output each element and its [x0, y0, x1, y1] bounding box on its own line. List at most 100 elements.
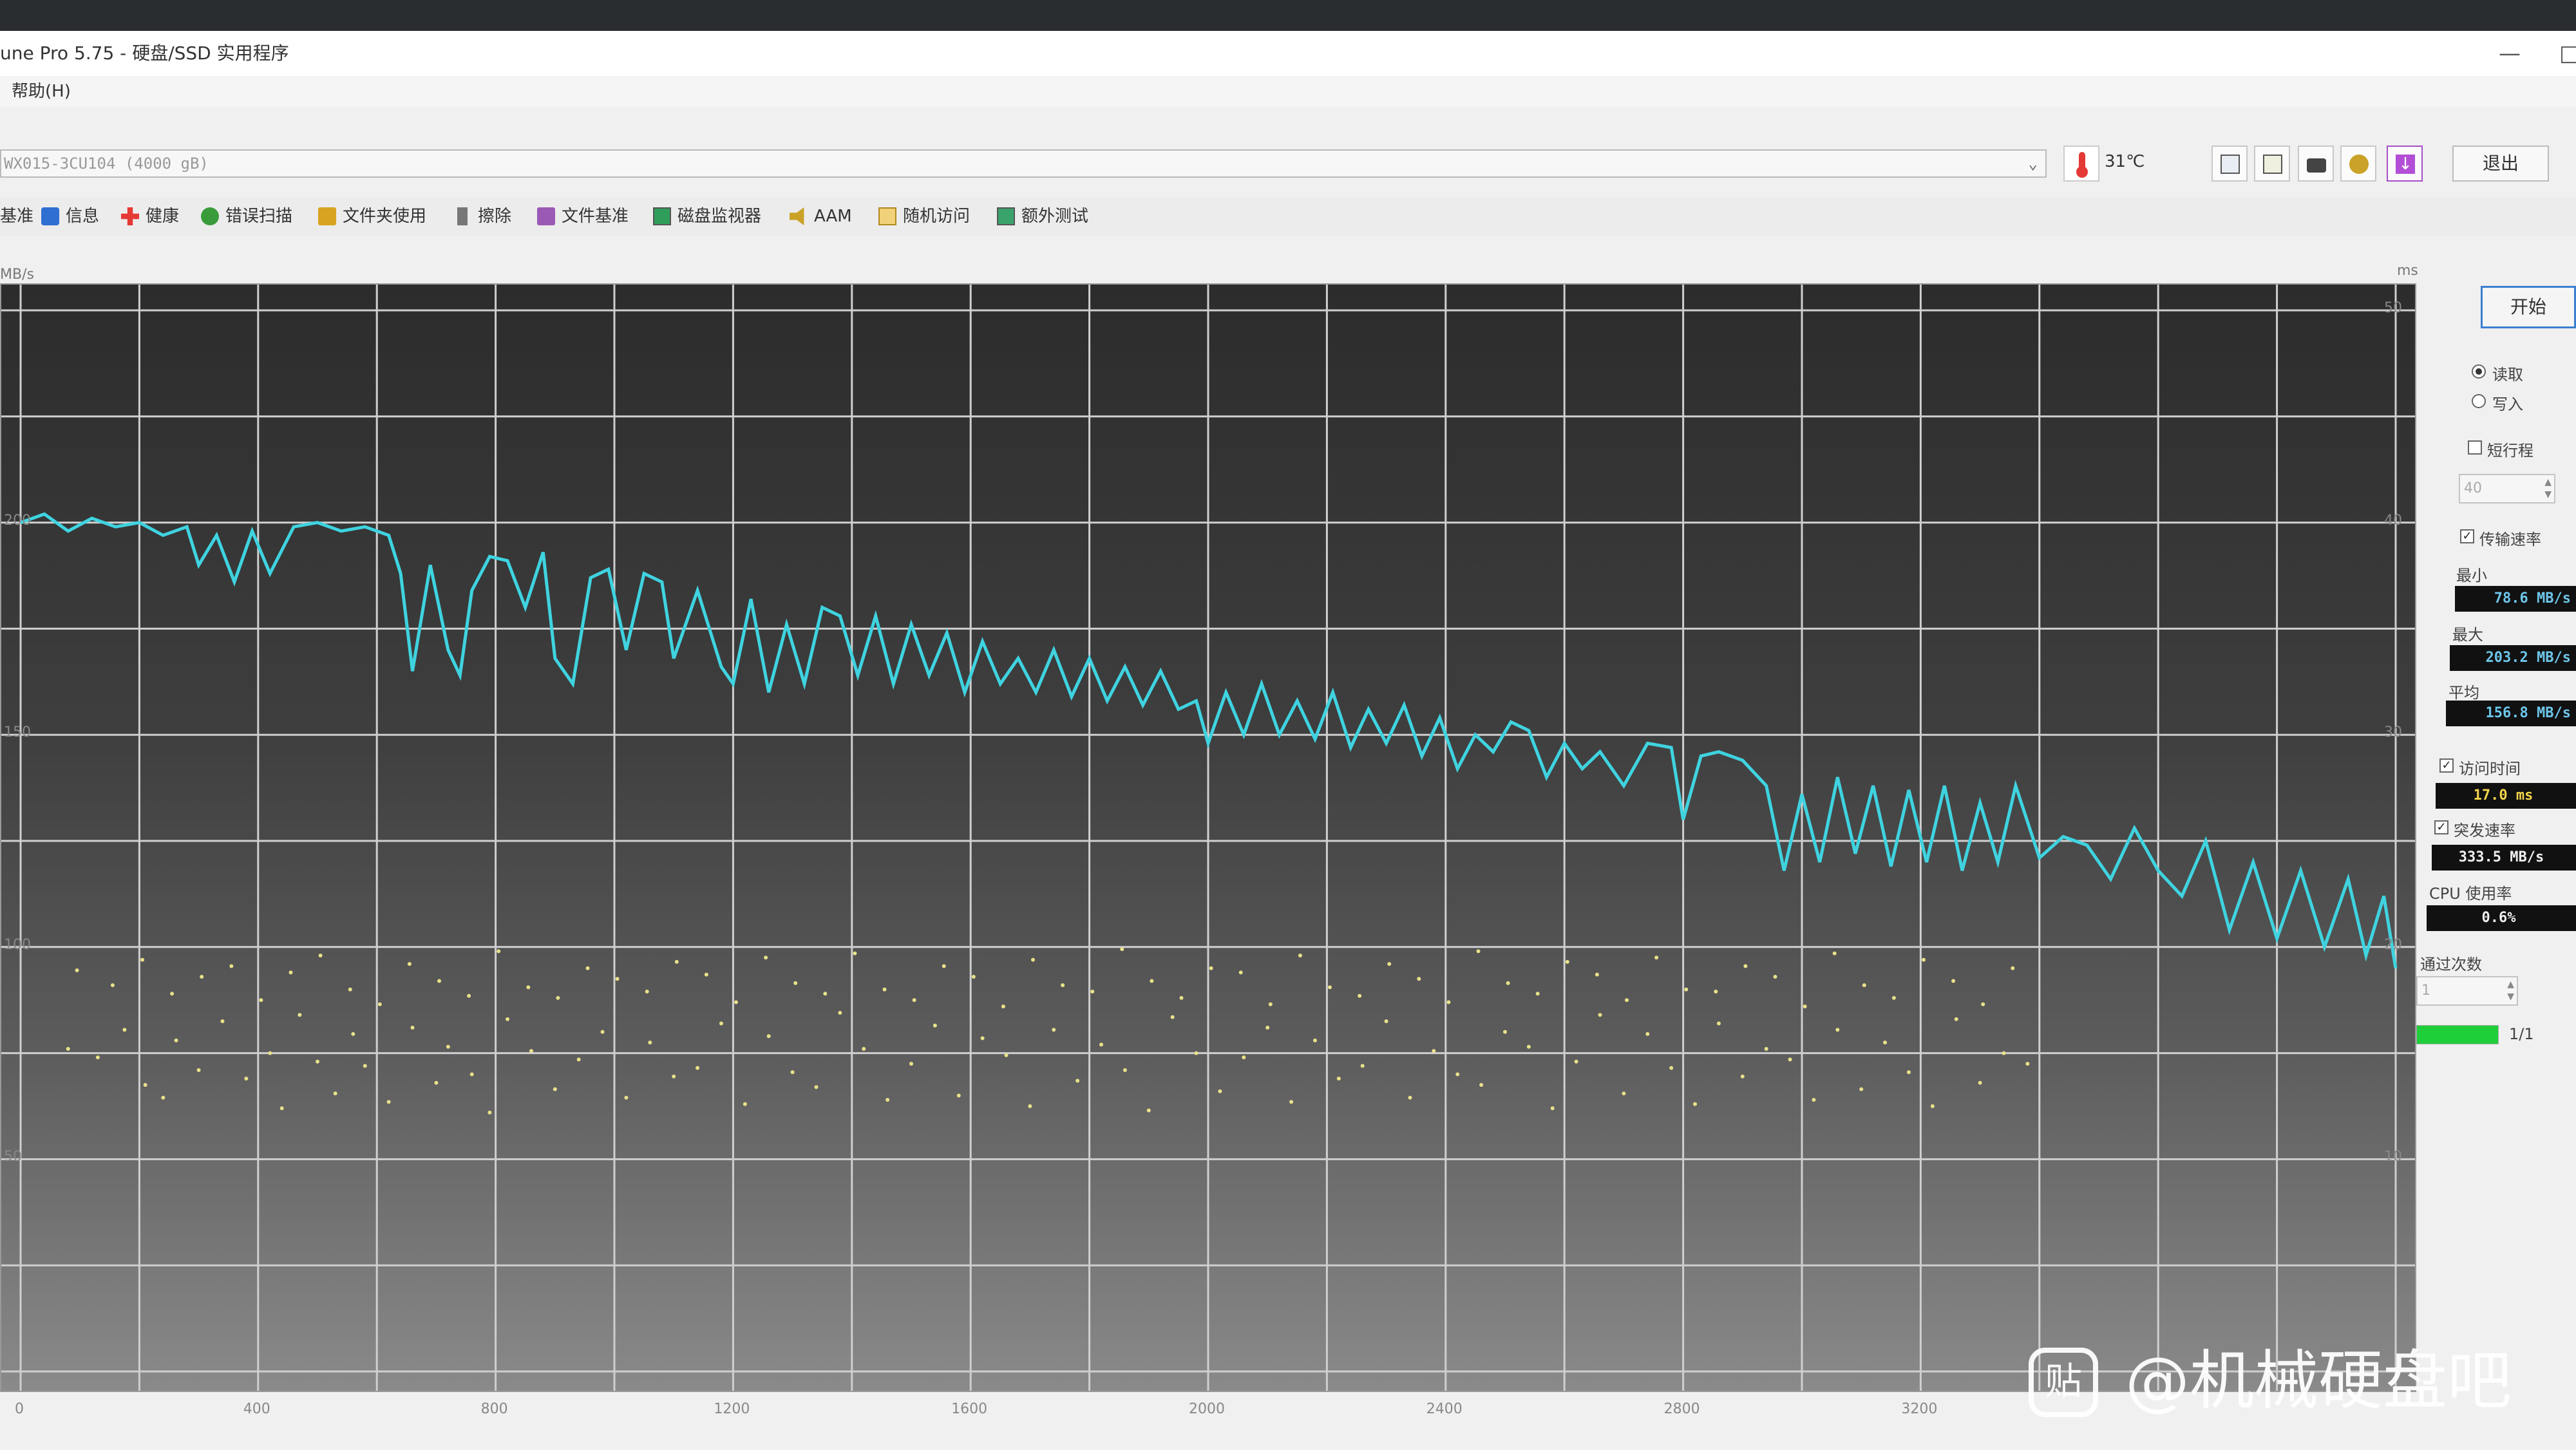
- access-time-point: [1417, 977, 1421, 981]
- x-tick: 2000: [1189, 1401, 1225, 1417]
- error-scan-icon: [201, 207, 219, 225]
- access-time-point: [790, 1070, 795, 1075]
- access-time-point: [1312, 1038, 1317, 1042]
- access-time-point: [1788, 1057, 1792, 1062]
- transfer-rate-checkbox[interactable]: ✓: [2460, 529, 2474, 543]
- access-time-point: [2025, 1062, 2030, 1066]
- tab-error-scan-label: 错误扫描: [225, 207, 293, 226]
- access-time-point: [1090, 990, 1095, 994]
- access-time-point: [1358, 993, 1362, 998]
- access-time-point: [377, 1002, 382, 1006]
- minimize-button[interactable]: —: [2499, 31, 2521, 76]
- drive-select-value: WX015-3CU104 (4000 gB): [4, 155, 209, 173]
- burst-rate-checkbox[interactable]: ✓: [2434, 820, 2448, 834]
- access-time-point: [229, 964, 234, 968]
- download-icon[interactable]: ↓: [2387, 146, 2423, 182]
- tab-bar: 基准 信息 健康 错误扫描 文件夹使用 擦除 文件基准 磁盘监视器 AAM 随机…: [0, 197, 2576, 237]
- access-time-point: [333, 1091, 337, 1096]
- access-time-point: [407, 962, 412, 966]
- access-time-point: [259, 998, 263, 1003]
- access-time-point: [1835, 1028, 1840, 1032]
- access-time-point: [853, 951, 857, 956]
- access-time-point: [122, 1028, 127, 1032]
- x-tick: 3200: [1901, 1401, 1938, 1417]
- read-radio[interactable]: [2472, 364, 2486, 379]
- disk-monitor-icon: [653, 207, 671, 225]
- access-time-checkbox[interactable]: ✓: [2439, 758, 2454, 773]
- access-time-point: [386, 1100, 391, 1104]
- access-time-value: 17.0 ms: [2436, 783, 2576, 809]
- access-time-point: [363, 1064, 367, 1068]
- access-time-point: [1595, 972, 1599, 977]
- start-button[interactable]: 开始: [2481, 286, 2576, 328]
- exit-button[interactable]: 退出: [2452, 146, 2549, 182]
- access-time-point: [624, 1095, 629, 1100]
- window-title: une Pro 5.75 - 硬盘/SSD 实用程序: [0, 42, 289, 64]
- drive-toolbar: WX015-3CU104 (4000 gB) ⌄ 31℃ ↓ 退出: [0, 107, 2576, 197]
- access-time-point: [553, 1087, 557, 1091]
- settings-icon[interactable]: [2340, 146, 2376, 182]
- copy-text-icon[interactable]: [2254, 146, 2290, 182]
- chevron-down-icon: ⌄: [2028, 155, 2038, 173]
- thermometer-icon[interactable]: [2063, 146, 2099, 182]
- access-time-point: [1099, 1042, 1104, 1047]
- access-time-point: [1061, 983, 1065, 988]
- y-tick-left: 150: [4, 724, 31, 741]
- access-time-point: [1883, 1040, 1888, 1045]
- access-time-point: [1336, 1077, 1341, 1081]
- access-time-point: [793, 981, 798, 985]
- menu-help[interactable]: 帮助(H): [12, 76, 71, 107]
- max-value: 203.2 MB/s: [2450, 645, 2576, 671]
- read-label: 读取: [2492, 366, 2523, 384]
- access-time-point: [672, 1074, 676, 1078]
- access-time-point: [488, 1110, 492, 1115]
- tab-info-label: 信息: [66, 207, 100, 226]
- short-stroke-checkbox[interactable]: [2468, 440, 2482, 455]
- access-time-point: [838, 1010, 842, 1015]
- access-time-point: [1654, 956, 1659, 960]
- access-time-point: [170, 992, 175, 996]
- access-time-point: [912, 998, 916, 1003]
- drive-select[interactable]: WX015-3CU104 (4000 gB) ⌄: [0, 149, 2047, 178]
- min-label: 最小: [2456, 567, 2487, 585]
- access-time-point: [1408, 1095, 1412, 1100]
- access-time-point: [200, 974, 204, 979]
- access-time-point: [1906, 1070, 1911, 1075]
- access-time-point: [140, 957, 145, 962]
- access-time-point: [1298, 953, 1302, 957]
- access-time-point: [734, 1000, 739, 1004]
- watermark-text: @机械硬盘吧: [2125, 1343, 2512, 1418]
- access-time-point: [1238, 970, 1243, 975]
- access-time-point: [1714, 990, 1718, 994]
- right-axis-unit: ms: [2397, 263, 2418, 279]
- access-time-point: [645, 990, 649, 994]
- maximize-button[interactable]: □: [2559, 31, 2576, 76]
- access-time-point: [1684, 987, 1689, 992]
- passes-input[interactable]: 1 ▲ ▼: [2416, 976, 2518, 1006]
- passes-label: 通过次数: [2420, 956, 2482, 974]
- access-time-point: [1384, 1019, 1388, 1024]
- access-time-point: [1503, 1030, 1507, 1034]
- access-time-point: [556, 995, 560, 1000]
- access-time-point: [2002, 1051, 2006, 1055]
- write-radio[interactable]: [2472, 394, 2486, 408]
- access-time-point: [704, 972, 708, 977]
- access-time-point: [467, 993, 471, 998]
- short-stroke-label: 短行程: [2487, 442, 2533, 460]
- access-time-point: [1031, 957, 1036, 962]
- tab-random-access-label: 随机访问: [903, 207, 971, 226]
- short-stroke-input[interactable]: 40 ▲ ▼: [2459, 474, 2555, 504]
- copy-info-icon[interactable]: [2211, 146, 2248, 182]
- tieba-logo-icon: 贴: [2029, 1348, 2098, 1417]
- access-time-point: [410, 1026, 415, 1030]
- access-time-point: [1328, 985, 1332, 990]
- access-time-point: [1764, 1047, 1768, 1051]
- settings-panel: 开始 读取 写入 短行程 40 ▲ ▼ ✓ 传输速率 最小 78.6 MB/s 最…: [2416, 236, 2576, 1450]
- access-time-point: [1922, 957, 1926, 962]
- access-time-point: [674, 959, 679, 964]
- extra-tests-icon: [997, 207, 1015, 225]
- screenshot-icon[interactable]: [2298, 146, 2334, 182]
- access-time-point: [1052, 1028, 1056, 1032]
- access-time-point: [1218, 1089, 1222, 1093]
- access-time-point: [1812, 1098, 1816, 1102]
